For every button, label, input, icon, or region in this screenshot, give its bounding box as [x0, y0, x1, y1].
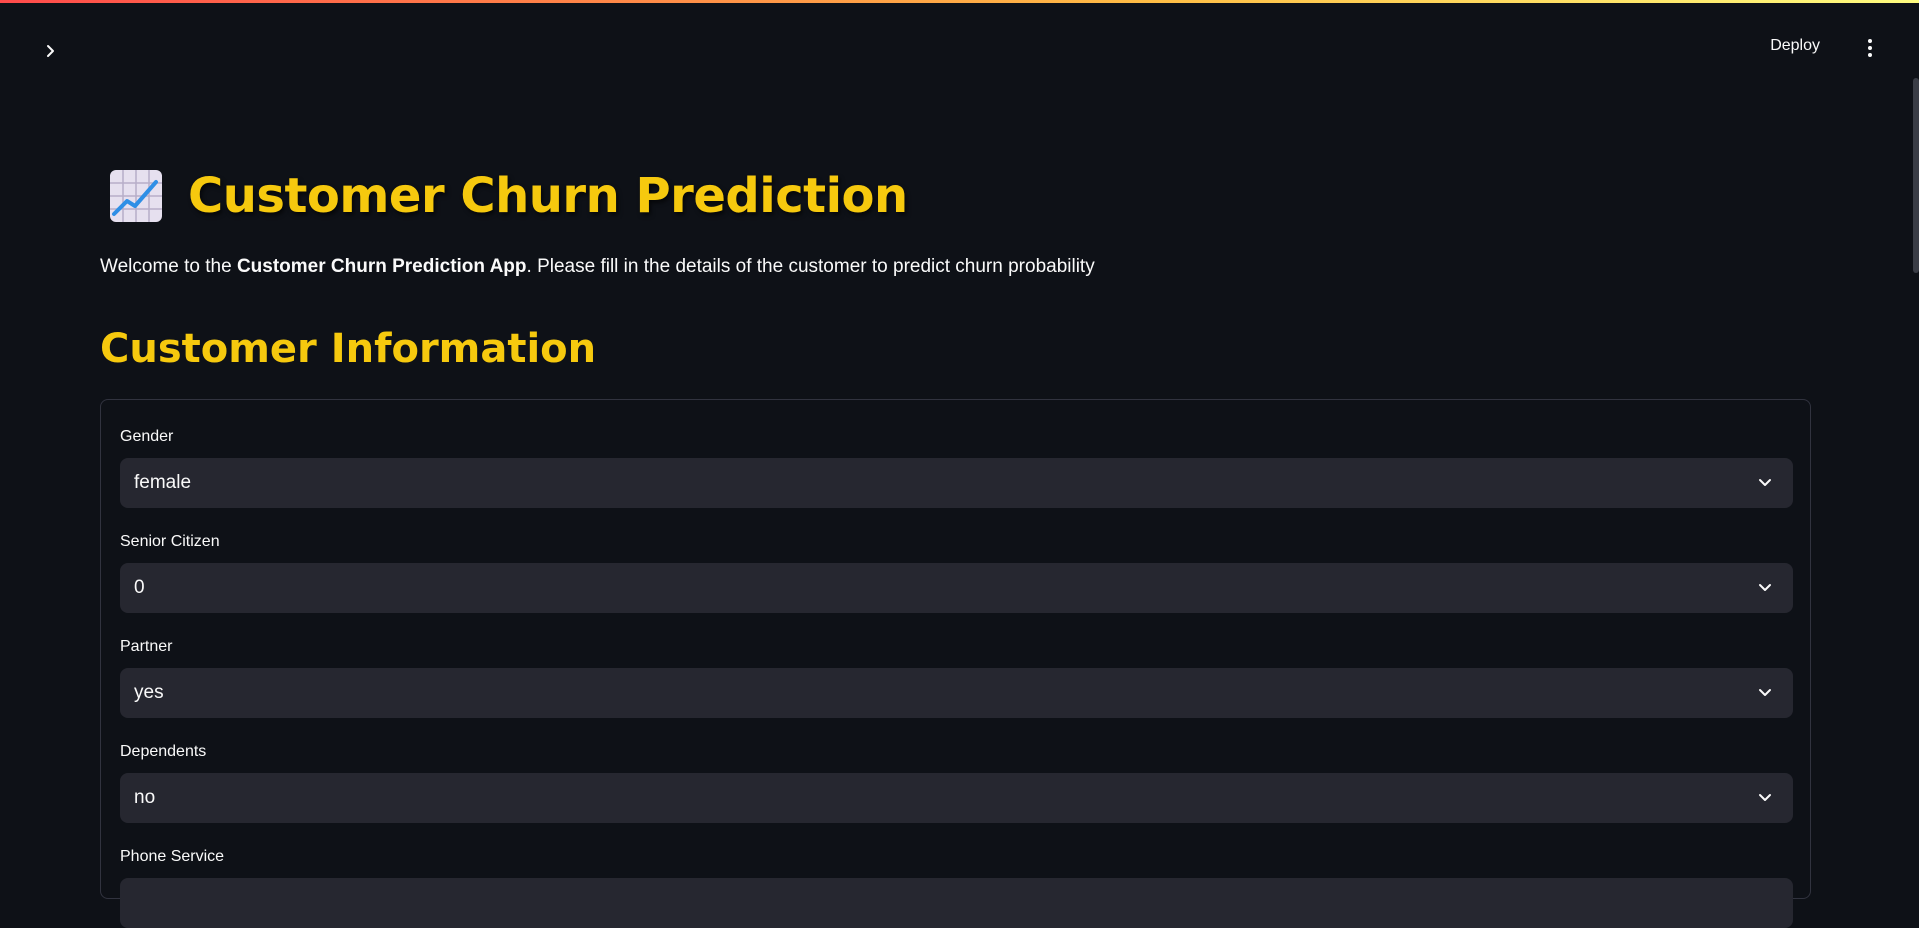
- select-value: yes: [134, 682, 164, 703]
- gender-select[interactable]: female: [120, 458, 1793, 508]
- dependents-field: Dependents no: [120, 741, 1793, 823]
- page-title: Customer Churn Prediction: [188, 168, 908, 224]
- field-label: Partner: [120, 638, 173, 655]
- senior-citizen-select[interactable]: 0: [120, 563, 1793, 613]
- title-row: Customer Churn Prediction: [108, 168, 908, 224]
- gender-field: Gender female: [120, 426, 1793, 508]
- chevron-down-icon: [1755, 473, 1775, 493]
- partner-select[interactable]: yes: [120, 668, 1793, 718]
- field-label: Gender: [120, 428, 174, 445]
- chevron-down-icon: [1755, 683, 1775, 703]
- dependents-select[interactable]: no: [120, 773, 1793, 823]
- app-header: Deploy: [0, 3, 1919, 93]
- sidebar-expand-button[interactable]: [40, 40, 62, 62]
- field-label: Senior Citizen: [120, 533, 220, 550]
- select-value: no: [134, 787, 156, 808]
- intro-text: Welcome to the Customer Churn Prediction…: [100, 256, 1095, 278]
- deploy-button[interactable]: Deploy: [1770, 37, 1820, 55]
- chevron-right-icon: [47, 45, 54, 57]
- section-title: Customer Information: [100, 326, 597, 372]
- field-label: Phone Service: [120, 848, 225, 865]
- chart-increasing-icon: [110, 170, 162, 222]
- select-value: 0: [134, 577, 145, 598]
- chevron-down-icon: [1755, 578, 1775, 598]
- chevron-down-icon: [1755, 788, 1775, 808]
- more-vertical-icon: [1868, 39, 1872, 57]
- field-label: Dependents: [120, 743, 207, 760]
- intro-app-name: Customer Churn Prediction App: [236, 256, 527, 277]
- page-scrollbar[interactable]: [1913, 78, 1919, 273]
- partner-field: Partner yes: [120, 636, 1793, 718]
- intro-suffix: . Please fill in the details of the cust…: [526, 256, 1095, 277]
- phone-service-field: Phone Service: [120, 846, 1793, 928]
- phone-service-select[interactable]: [120, 878, 1793, 928]
- main-menu-button[interactable]: [1860, 37, 1880, 59]
- select-value: female: [134, 472, 192, 493]
- intro-prefix: Welcome to the: [100, 256, 237, 277]
- customer-info-form: Gender female Senior Citizen 0 Partner y…: [100, 399, 1811, 928]
- senior-citizen-field: Senior Citizen 0: [120, 531, 1793, 613]
